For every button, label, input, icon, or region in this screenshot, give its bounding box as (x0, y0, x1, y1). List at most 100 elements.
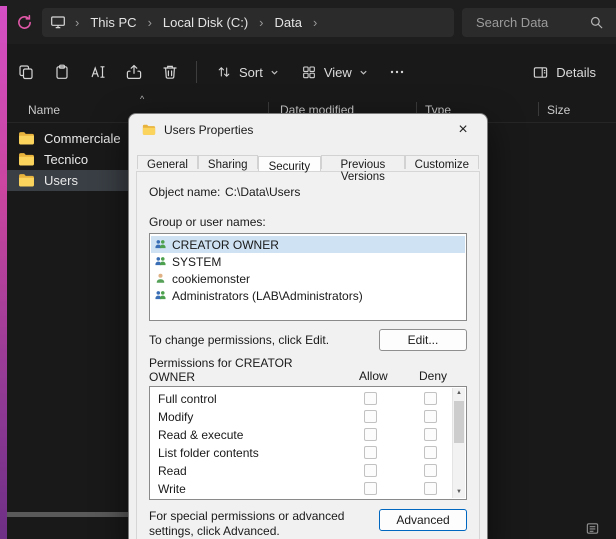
user-name: SYSTEM (172, 255, 221, 269)
tab-general[interactable]: General (137, 155, 198, 169)
allow-checkbox[interactable] (364, 482, 377, 495)
permission-name: List folder contents (158, 446, 259, 460)
file-name: Commerciale (44, 131, 121, 146)
breadcrumb: › This PC › Local Disk (C:) › Data › (42, 8, 454, 37)
permission-row-modify[interactable]: Modify (150, 408, 452, 426)
more-button[interactable] (379, 55, 415, 89)
permissions-for-label: Permissions for CREATOR OWNER (149, 357, 324, 385)
paste-button[interactable] (44, 55, 80, 89)
allow-checkbox[interactable] (364, 464, 377, 477)
deny-checkbox[interactable] (424, 464, 437, 477)
breadcrumb-data[interactable]: Data (273, 13, 304, 32)
search-icon (589, 15, 604, 30)
permissions-list: Full control Modify Read & execute (149, 386, 467, 500)
column-header-size[interactable]: Size (547, 103, 570, 117)
user-name: CREATOR OWNER (172, 238, 279, 252)
sort-icon (216, 64, 232, 80)
deny-checkbox[interactable] (424, 410, 437, 423)
permission-row-read[interactable]: Read (150, 462, 452, 480)
left-accent-strip (0, 6, 7, 539)
breadcrumb-local-disk[interactable]: Local Disk (C:) (161, 13, 250, 32)
paste-icon (53, 63, 71, 81)
user-row-system[interactable]: SYSTEM (151, 253, 465, 270)
this-pc-icon (50, 14, 66, 30)
permission-row-list-folder-contents[interactable]: List folder contents (150, 444, 452, 462)
sort-label: Sort (239, 65, 263, 80)
sort-ascending-icon: ^ (140, 94, 144, 104)
deny-checkbox[interactable] (424, 392, 437, 405)
breadcrumb-this-pc[interactable]: This PC (88, 13, 138, 32)
column-separator[interactable] (538, 102, 539, 116)
share-icon (125, 63, 143, 81)
deny-checkbox[interactable] (424, 482, 437, 495)
view-grid-icon (301, 64, 317, 80)
scroll-up-icon[interactable]: ▲ (453, 388, 465, 399)
security-tab-panel: Object name: C:\Data\Users Group or user… (136, 171, 480, 539)
tab-previous-versions[interactable]: Previous Versions (321, 155, 405, 169)
view-toggle-icon[interactable] (585, 521, 600, 536)
dialog-tabs: General Sharing Security Previous Versio… (129, 146, 487, 169)
edit-row: To change permissions, click Edit. Edit.… (149, 329, 467, 351)
share-button[interactable] (116, 55, 152, 89)
screen: › This PC › Local Disk (C:) › Data › Sea… (0, 0, 616, 539)
refresh-button[interactable] (10, 8, 38, 36)
allow-checkbox[interactable] (364, 392, 377, 405)
group-user-names-label: Group or user names: (149, 215, 467, 229)
sort-button[interactable]: Sort (205, 55, 290, 89)
toolbar-separator (196, 61, 197, 83)
tab-customize[interactable]: Customize (405, 155, 479, 169)
deny-checkbox[interactable] (424, 428, 437, 441)
chevron-down-icon (270, 68, 279, 77)
view-button[interactable]: View (290, 55, 379, 89)
view-label: View (324, 65, 352, 80)
advanced-button[interactable]: Advanced (379, 509, 467, 531)
chevron-right-icon[interactable]: › (304, 15, 326, 30)
permission-row-read-execute[interactable]: Read & execute (150, 426, 452, 444)
user-row-cookiemonster[interactable]: cookiemonster (151, 270, 465, 287)
allow-checkbox[interactable] (364, 446, 377, 459)
user-row-creator-owner[interactable]: CREATOR OWNER (151, 236, 465, 253)
advanced-row: For special permissions or advanced sett… (149, 509, 467, 539)
copy-button[interactable] (8, 55, 44, 89)
chevron-right-icon[interactable]: › (250, 15, 272, 30)
tab-sharing[interactable]: Sharing (198, 155, 258, 169)
allow-checkbox[interactable] (364, 428, 377, 441)
address-bar: › This PC › Local Disk (C:) › Data › Sea… (0, 0, 616, 44)
copy-icon (17, 63, 35, 81)
object-name-label: Object name: (149, 185, 225, 199)
tab-security[interactable]: Security (258, 156, 322, 171)
column-header-name[interactable]: Name (28, 103, 60, 117)
dialog-titlebar: Users Properties × (129, 114, 487, 146)
group-users-icon (154, 255, 167, 268)
folder-icon (18, 172, 35, 189)
delete-button[interactable] (152, 55, 188, 89)
scroll-down-icon[interactable]: ▼ (453, 487, 465, 498)
deny-checkbox[interactable] (424, 446, 437, 459)
scrollbar-thumb[interactable] (454, 401, 464, 443)
more-ellipsis-icon (389, 64, 405, 80)
permissions-scrollbar[interactable]: ▲ ▼ (452, 388, 465, 498)
object-name-row: Object name: C:\Data\Users (149, 185, 467, 199)
chevron-right-icon[interactable]: › (66, 15, 88, 30)
details-button[interactable]: Details (520, 55, 608, 89)
user-name: Administrators (LAB\Administrators) (172, 289, 363, 303)
edit-hint-text: To change permissions, click Edit. (149, 333, 379, 347)
edit-button[interactable]: Edit... (379, 329, 467, 351)
dialog-title: Users Properties (164, 123, 253, 137)
single-user-icon (154, 272, 167, 285)
search-box[interactable]: Search Data (462, 8, 616, 37)
deny-column-label: Deny (419, 369, 447, 383)
permission-name: Read & execute (158, 428, 243, 442)
user-name: cookiemonster (172, 272, 250, 286)
advanced-hint-text: For special permissions or advanced sett… (149, 509, 371, 539)
rename-button[interactable] (80, 55, 116, 89)
file-name: Users (44, 173, 78, 188)
chevron-down-icon (359, 68, 368, 77)
permissions-rows: Full control Modify Read & execute (150, 387, 466, 498)
dialog-close-button[interactable]: × (452, 119, 474, 141)
chevron-right-icon[interactable]: › (139, 15, 161, 30)
permission-row-write[interactable]: Write (150, 480, 452, 498)
permission-row-full-control[interactable]: Full control (150, 390, 452, 408)
allow-checkbox[interactable] (364, 410, 377, 423)
user-row-administrators[interactable]: Administrators (LAB\Administrators) (151, 287, 465, 304)
